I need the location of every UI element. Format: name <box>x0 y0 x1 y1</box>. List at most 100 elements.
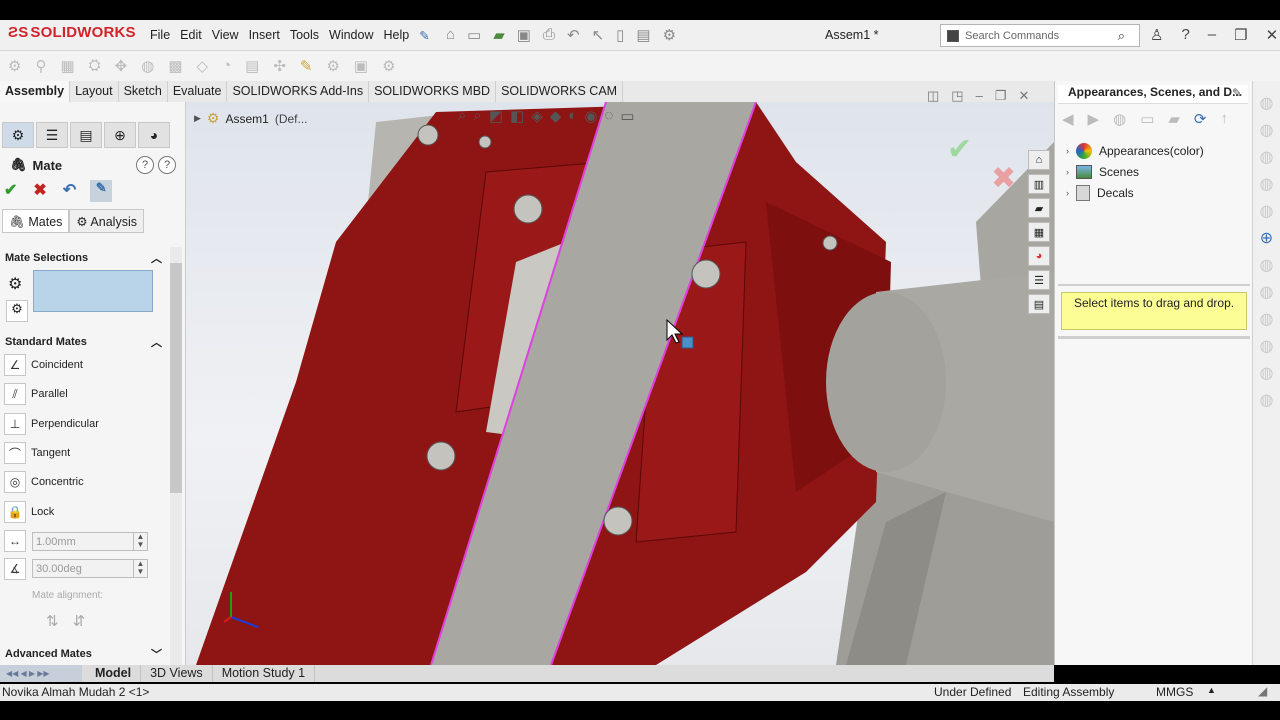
options-gear-icon[interactable]: ⚙ <box>663 26 676 44</box>
forum-icon[interactable]: ▤ <box>1028 294 1050 314</box>
resources-icon[interactable]: ⌂ <box>1028 150 1050 170</box>
tab-addins[interactable]: SOLIDWORKS Add-Ins <box>227 81 370 102</box>
bill-of-materials-icon[interactable]: ▤ <box>245 57 259 75</box>
section-advanced-mates[interactable]: Advanced Mates ﹀ <box>0 644 168 664</box>
palette-icon[interactable]: ◍ <box>1260 120 1274 140</box>
mate-toolbar-icon[interactable]: ⚲ <box>35 57 46 75</box>
expand-arrow-icon[interactable]: › <box>1066 167 1069 177</box>
tab-layout[interactable]: Layout <box>70 81 119 102</box>
new-motion-study-icon[interactable]: ◔ <box>222 57 231 75</box>
task-pane-pin-icon[interactable]: ✎ <box>1232 86 1242 100</box>
print-icon[interactable]: ⎙ <box>543 26 555 44</box>
file-properties-icon[interactable]: ▤ <box>636 26 650 44</box>
menu-help[interactable]: Help <box>384 28 410 43</box>
viewport-close-icon[interactable]: ✕ <box>1018 88 1029 104</box>
open-folder-icon[interactable]: ▰ <box>493 26 505 44</box>
tab-mates[interactable]: 🖇 Mates <box>2 209 70 233</box>
user-icon[interactable]: ♙ <box>1150 26 1163 44</box>
update-speedpak-icon[interactable]: ⚙ <box>326 57 339 75</box>
palette-icon[interactable]: ◍ <box>1260 201 1274 221</box>
tab-motion-study[interactable]: Motion Study 1 <box>213 665 316 682</box>
section-view-icon[interactable]: ◧ <box>510 107 524 125</box>
file-explorer-icon[interactable]: ▰ <box>1028 198 1050 218</box>
palette-icon[interactable]: ◍ <box>1260 309 1274 329</box>
expand-chevron-icon[interactable]: ﹀ <box>151 646 162 662</box>
palette-icon[interactable]: ◍ <box>1260 363 1274 383</box>
move-component-icon[interactable]: ✥ <box>115 57 128 75</box>
appearances-icon[interactable]: ◕ <box>1028 246 1050 266</box>
pm-scrollbar[interactable] <box>170 247 182 665</box>
item-decals[interactable]: › Decals <box>1066 183 1134 203</box>
add-folder-icon[interactable]: ▭ <box>1140 110 1154 128</box>
expand-arrow-icon[interactable]: › <box>1066 146 1069 156</box>
up-icon[interactable]: ↑ <box>1221 110 1229 128</box>
zoom-to-area-icon[interactable]: ⌕ <box>473 107 481 125</box>
viewport-minimize-icon[interactable]: – <box>976 88 983 104</box>
mate-concentric[interactable]: ◎ Concentric <box>4 470 84 494</box>
custom-properties-icon[interactable]: ☰ <box>1028 270 1050 290</box>
add-location-icon[interactable]: ▰ <box>1168 110 1180 128</box>
tab-sketch[interactable]: Sketch <box>119 81 168 102</box>
reference-geometry-icon[interactable]: ◇ <box>197 57 209 75</box>
search-icon[interactable]: ⌕ <box>1118 28 1125 44</box>
tab-analysis[interactable]: ⚙ Analysis <box>69 209 144 233</box>
keep-visible-pin-icon[interactable]: ✎ <box>90 180 113 202</box>
whats-wrong-icon[interactable]: ? <box>136 156 154 174</box>
feature-manager-tab-icon[interactable]: ☰ <box>36 122 68 148</box>
large-assembly-icon[interactable]: ⚙ <box>382 57 395 75</box>
expand-arrow-icon[interactable]: › <box>1066 188 1069 198</box>
ok-checkmark-icon[interactable]: ✔ <box>4 180 17 202</box>
palette-icon[interactable]: ◍ <box>1260 282 1274 302</box>
resize-grip-icon[interactable]: ◢ <box>1258 684 1267 698</box>
viewport-restore-icon[interactable]: ❐ <box>995 88 1007 104</box>
pin-icon[interactable]: ✎ <box>419 28 429 43</box>
help-icon[interactable]: ? <box>1181 26 1189 44</box>
zoom-to-fit-icon[interactable]: ⌕ <box>458 107 466 125</box>
view-settings-icon[interactable]: ▭ <box>620 107 634 125</box>
restore-icon[interactable]: ❐ <box>1234 26 1247 44</box>
insert-component-icon[interactable]: ⚙ <box>8 57 21 75</box>
expand-arrow-icon[interactable]: ▶ <box>194 113 201 124</box>
instant3d-icon[interactable]: ✎ <box>300 57 313 75</box>
select-icon[interactable]: ↖ <box>592 26 605 44</box>
mate-lock[interactable]: 🔒 Lock <box>4 500 54 524</box>
distance-input[interactable]: 1.00mm ▲ ▼ <box>32 532 148 551</box>
mate-perpendicular[interactable]: ⊥ Perpendicular <box>4 412 99 436</box>
view-palette-icon[interactable]: ▦ <box>1028 222 1050 242</box>
linear-pattern-icon[interactable]: ▦ <box>60 57 74 75</box>
scrollbar-thumb[interactable] <box>170 263 182 493</box>
tab-model[interactable]: Model <box>86 665 142 682</box>
maximize-view-icon[interactable]: ◳ <box>951 88 963 104</box>
aligned-icon[interactable]: ⇅ <box>46 612 59 630</box>
menu-edit[interactable]: Edit <box>180 28 202 43</box>
mate-parallel[interactable]: ⫽ Parallel <box>4 382 68 406</box>
display-style-icon[interactable]: ◆ <box>550 107 562 125</box>
collapse-chevron-icon[interactable]: ︿ <box>151 250 162 266</box>
menu-view[interactable]: View <box>212 28 239 43</box>
units-dropdown-icon[interactable]: ▲ <box>1207 685 1216 695</box>
target-icon[interactable]: ⊕ <box>1260 228 1273 248</box>
tab-cam[interactable]: SOLIDWORKS CAM <box>496 81 624 102</box>
save-icon[interactable]: ▣ <box>517 26 531 44</box>
collapse-chevron-icon[interactable]: ︿ <box>151 334 162 350</box>
menu-insert[interactable]: Insert <box>249 28 280 43</box>
mate-tangent[interactable]: ⌒ Tangent <box>4 441 70 465</box>
palette-icon[interactable]: ◍ <box>1260 255 1274 275</box>
mate-distance[interactable]: ↔ <box>4 529 26 553</box>
pane-splitter[interactable] <box>1058 336 1250 339</box>
close-icon[interactable]: ✕ <box>1266 26 1279 44</box>
status-units[interactable]: MMGS <box>1156 685 1193 699</box>
minimize-icon[interactable]: – <box>1208 26 1216 44</box>
anti-aligned-icon[interactable]: ⇵ <box>73 612 86 630</box>
view-orientation-icon[interactable]: ◈ <box>531 107 543 125</box>
rebuild-icon[interactable]: ▯ <box>616 26 624 44</box>
apply-scene-icon[interactable]: ◌ <box>604 107 613 125</box>
menu-tools[interactable]: Tools <box>290 28 319 43</box>
palette-icon[interactable]: ◍ <box>1260 336 1274 356</box>
mate-coincident[interactable]: ∠ Coincident <box>4 353 83 377</box>
take-snapshot-icon[interactable]: ▣ <box>354 57 368 75</box>
search-commands-input[interactable]: Search Commands ⌕ <box>940 24 1140 47</box>
tab-assembly[interactable]: Assembly <box>0 81 71 102</box>
item-scenes[interactable]: › Scenes <box>1066 162 1139 182</box>
multiple-mate-icon[interactable]: ⚙ <box>6 300 28 322</box>
